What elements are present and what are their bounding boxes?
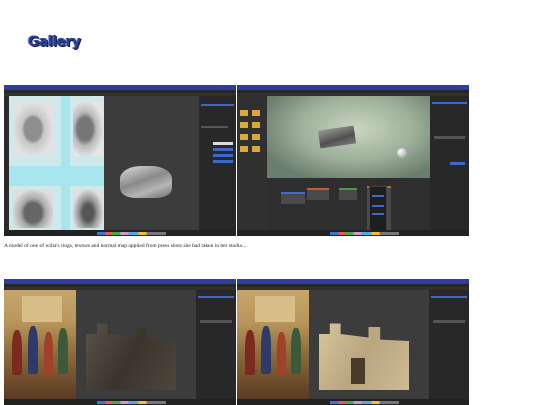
blender-screenshot-ring-shading[interactable]	[237, 85, 469, 236]
3d-viewport[interactable]	[76, 290, 196, 399]
building-model	[86, 323, 176, 390]
uv-image-editor[interactable]	[9, 96, 104, 230]
node-add-menu[interactable]	[369, 186, 387, 234]
3d-viewport-rendered[interactable]	[267, 96, 430, 178]
properties-panel[interactable]	[430, 96, 469, 230]
ring-model	[120, 166, 172, 198]
ring-model	[317, 125, 357, 149]
outliner-properties-panel[interactable]	[199, 96, 236, 230]
3d-viewport[interactable]	[104, 96, 199, 230]
shader-node-editor[interactable]	[267, 178, 430, 236]
blender-screenshot-ring-uv[interactable]	[4, 85, 236, 236]
reference-painting	[4, 290, 76, 399]
reference-painting	[237, 290, 309, 399]
properties-panel[interactable]	[429, 290, 469, 399]
page-title: Gallery	[28, 34, 81, 50]
blender-screenshot-building-textured[interactable]	[237, 279, 469, 405]
gallery-caption-ring: A model of one of willa's rings, texture…	[4, 243, 247, 249]
properties-panel[interactable]	[196, 290, 236, 399]
3d-viewport[interactable]	[309, 290, 429, 399]
file-browser-panel[interactable]	[237, 96, 267, 230]
material-preview-sphere	[397, 148, 407, 158]
blender-screenshot-building-untextured[interactable]	[4, 279, 236, 405]
